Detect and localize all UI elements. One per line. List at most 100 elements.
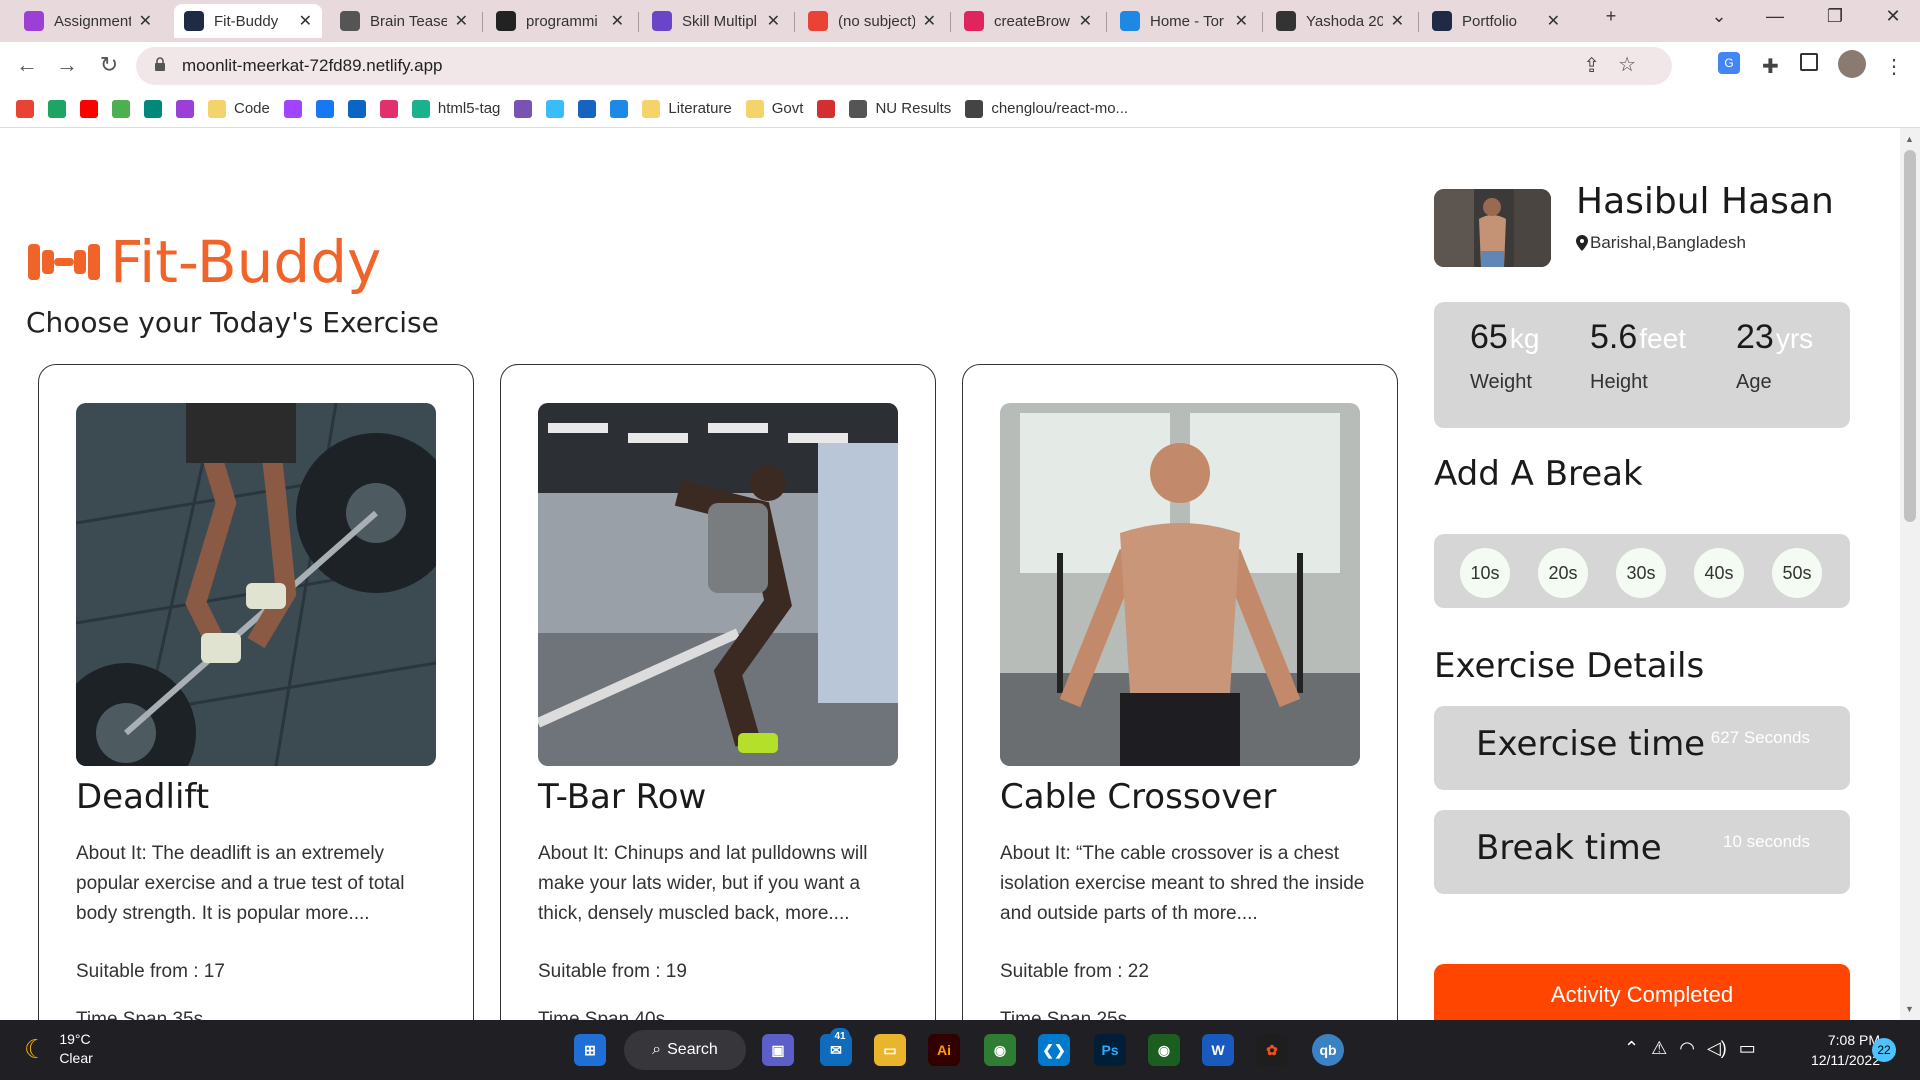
card-title: T-Bar Row (538, 777, 707, 817)
bookmark-item[interactable]: Govt (745, 99, 803, 118)
bookmark-item[interactable] (112, 99, 130, 118)
bookmark-item[interactable]: Code (208, 99, 270, 118)
bookmark-item[interactable] (546, 99, 565, 118)
bookmark-item[interactable] (379, 99, 398, 118)
break-time-panel: Break time 10 seconds (1434, 810, 1850, 894)
bookmark-item[interactable]: NU Results (849, 99, 952, 118)
tab-brain-teaser[interactable]: Brain Teaser ✕ (330, 4, 478, 38)
warning-icon[interactable]: ⚠ (1651, 1038, 1667, 1059)
chrome-icon[interactable]: ◉ (984, 1034, 1016, 1066)
bookmark-item[interactable] (144, 99, 162, 118)
page-scrollbar[interactable]: ▲ ▼ (1900, 128, 1920, 1020)
app-logo[interactable]: Fit-Buddy (24, 228, 381, 296)
close-icon[interactable]: ✕ (1235, 11, 1248, 31)
new-tab-icon[interactable]: + (1586, 6, 1636, 27)
exercise-card[interactable]: Cable Crossover About It: “The cable cro… (962, 364, 1398, 1020)
translate-icon[interactable]: G (1718, 52, 1740, 74)
scrollbar-thumb[interactable] (1904, 150, 1916, 522)
minimize-icon[interactable]: — (1750, 6, 1800, 27)
break-30s-button[interactable]: 30s (1616, 548, 1666, 598)
tab-title: Portfolio (1462, 12, 1518, 30)
vscode-icon[interactable]: ❮❯ (1038, 1034, 1070, 1066)
chevron-up-icon[interactable]: ⌃ (1624, 1038, 1639, 1059)
window-close-icon[interactable]: ✕ (1868, 6, 1918, 27)
address-bar[interactable]: moonlit-meerkat-72fd89.netlify.app ⇪ ☆ (136, 47, 1672, 85)
close-icon[interactable]: ✕ (139, 11, 152, 31)
share-icon[interactable]: ⇪ (1583, 53, 1600, 78)
tab-assignment[interactable]: Assignment ✕ (14, 4, 162, 38)
qbittorrent-icon[interactable]: qb (1312, 1034, 1344, 1066)
notification-badge[interactable]: 22 (1872, 1038, 1896, 1062)
tab-separator (1262, 12, 1263, 32)
bookmark-item[interactable] (514, 99, 533, 118)
weather-widget[interactable]: ☾ 19°C Clear (24, 1030, 93, 1068)
facebook-icon (315, 99, 334, 118)
bookmark-item[interactable] (283, 99, 302, 118)
profile-avatar[interactable] (1838, 50, 1866, 78)
bookmark-item[interactable] (48, 99, 66, 118)
close-icon[interactable]: ✕ (1079, 11, 1092, 31)
bookmark-item[interactable] (610, 99, 629, 118)
wifi-icon[interactable]: ◠ (1679, 1038, 1695, 1059)
battery-icon[interactable]: ▭ (1739, 1038, 1756, 1059)
moon-icon: ☾ (24, 1033, 48, 1064)
bookmark-item[interactable] (80, 99, 98, 118)
tab-fit-buddy[interactable]: Fit-Buddy ✕ (174, 4, 322, 38)
volume-icon[interactable]: ◁) (1707, 1038, 1727, 1059)
star-icon[interactable]: ☆ (1618, 52, 1636, 77)
menu-icon[interactable]: ⋮ (1884, 54, 1904, 79)
close-icon[interactable]: ✕ (299, 11, 312, 31)
break-10s-button[interactable]: 10s (1460, 548, 1510, 598)
illustrator-icon[interactable]: Ai (928, 1034, 960, 1066)
bookmark-item[interactable] (347, 99, 366, 118)
mail-badge: 41 (830, 1028, 850, 1044)
bookmark-item[interactable] (176, 99, 194, 118)
tab-yashoda-20[interactable]: Yashoda 20 ✕ (1266, 4, 1414, 38)
side-panel-icon[interactable] (1800, 53, 1818, 71)
teams-chat-icon[interactable]: ▣ (762, 1034, 794, 1066)
break-50s-button[interactable]: 50s (1772, 548, 1822, 598)
tab-portfolio[interactable]: Portfolio ✕ (1422, 4, 1570, 38)
photoshop-icon[interactable]: Ps (1094, 1034, 1126, 1066)
reload-icon[interactable]: ↻ (94, 52, 124, 78)
forward-icon[interactable]: → (52, 52, 82, 78)
bookmark-item[interactable] (16, 99, 34, 118)
tab-home-tor[interactable]: Home - Tor ✕ (1110, 4, 1258, 38)
tab-search-icon[interactable]: ⌄ (1694, 6, 1744, 27)
close-icon[interactable]: ✕ (455, 11, 468, 31)
file-explorer-icon[interactable]: ▭ (874, 1034, 906, 1066)
break-20s-button[interactable]: 20s (1538, 548, 1588, 598)
close-icon[interactable]: ✕ (1547, 11, 1560, 31)
tab-no-subject[interactable]: (no subject) ✕ (798, 4, 946, 38)
scroll-up-icon[interactable]: ▲ (1905, 134, 1914, 144)
exercise-card[interactable]: Deadlift About It: The deadlift is an ex… (38, 364, 474, 1020)
back-icon[interactable]: ← (12, 52, 42, 78)
restore-icon[interactable]: ❐ (1810, 6, 1860, 27)
tab-createbrow[interactable]: createBrow ✕ (954, 4, 1102, 38)
bookmark-item[interactable]: html5-tag (411, 99, 500, 118)
tab-programmi[interactable]: programmi ✕ (486, 4, 634, 38)
exercise-card[interactable]: T-Bar Row About It: Chinups and lat pull… (500, 364, 936, 1020)
activity-completed-button[interactable]: Activity Completed (1434, 964, 1850, 1020)
windows-start-icon[interactable]: ⊞ (574, 1034, 606, 1066)
bookmark-label: NU Results (875, 100, 952, 117)
bookmark-item[interactable] (578, 99, 597, 118)
bookmark-item[interactable] (315, 99, 334, 118)
tab-skill-multipl[interactable]: Skill Multipl ✕ (642, 4, 790, 38)
extensions-icon[interactable]: ✚ (1762, 54, 1779, 79)
close-icon[interactable]: ✕ (1391, 11, 1404, 31)
bookmark-item[interactable] (817, 99, 836, 118)
close-icon[interactable]: ✕ (767, 11, 780, 31)
figma-icon[interactable]: ✿ (1256, 1034, 1288, 1066)
scroll-down-icon[interactable]: ▼ (1905, 1004, 1914, 1014)
bookmark-item[interactable]: chenglou/react-mo... (965, 99, 1128, 118)
chrome-canary-icon[interactable]: ◉ (1148, 1034, 1180, 1066)
clock[interactable]: 7:08 PM 12/11/2022 (1784, 1030, 1880, 1070)
word-icon[interactable]: W (1202, 1034, 1234, 1066)
break-40s-button[interactable]: 40s (1694, 548, 1744, 598)
bookmark-item[interactable]: Literature (642, 99, 732, 118)
close-icon[interactable]: ✕ (611, 11, 624, 31)
bootstrap-icon (514, 99, 533, 118)
taskbar-search[interactable]: ⌕ Search (624, 1030, 746, 1070)
close-icon[interactable]: ✕ (923, 11, 936, 31)
